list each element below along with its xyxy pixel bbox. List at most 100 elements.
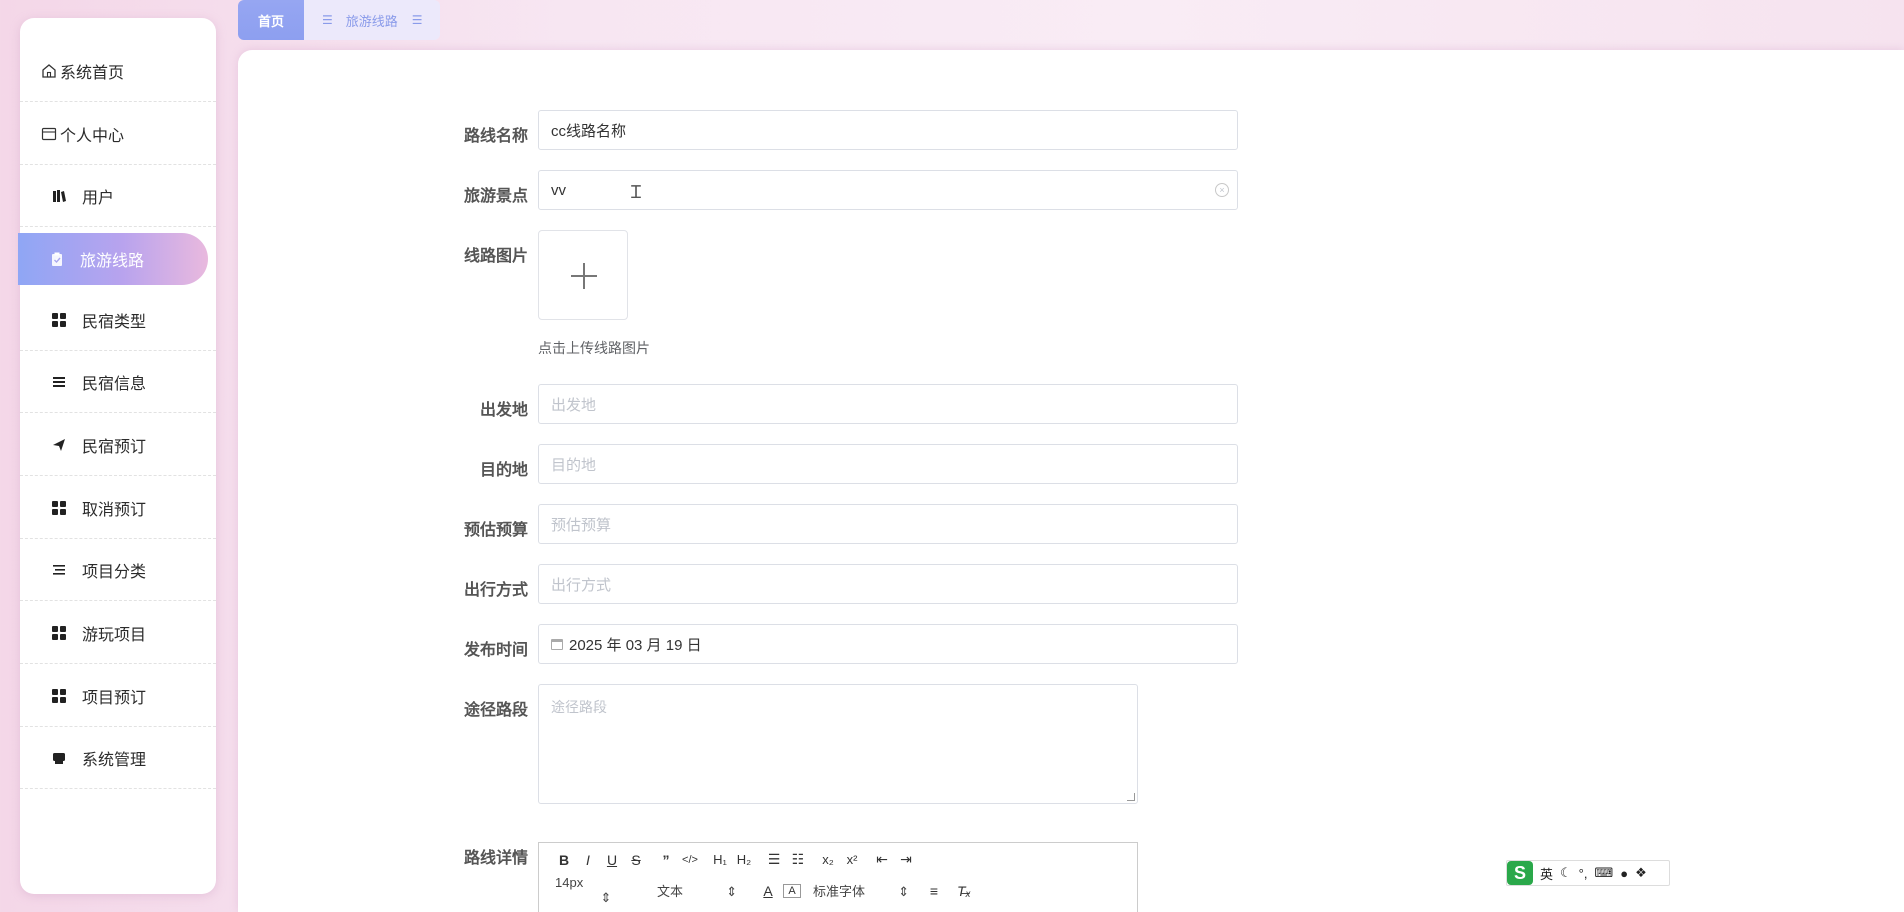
ime-language-toggle[interactable]: 英 <box>1540 864 1553 883</box>
ime-toolbar: S 英 ☾ °, ⌨ ● ❖ <box>1506 860 1670 886</box>
upload-tip: 点击上传线路图片 <box>538 340 650 356</box>
sidebar: 系统首页 个人中心 用户 旅游线路 民宿类型 民宿信息 民宿预订 取消预订 项目… <box>18 18 216 894</box>
sidebar-item-label: 民宿信息 <box>82 375 147 393</box>
budget-label: 预估预算 <box>463 522 528 539</box>
sidebar-item-homestay-booking[interactable]: 民宿预订 <box>20 414 216 476</box>
block-type-select[interactable]: 文本 ⇕ <box>657 881 747 900</box>
clear-icon[interactable]: × <box>1215 183 1229 197</box>
underline-icon[interactable]: U <box>603 852 621 868</box>
grid-icon <box>48 685 70 707</box>
sidebar-item-tour-routes[interactable]: 旅游线路 <box>18 233 208 285</box>
grid-icon <box>48 497 70 519</box>
calendar-icon <box>551 638 563 650</box>
departure-input[interactable]: 出发地 <box>538 384 1238 424</box>
destination-input[interactable]: 目的地 <box>538 444 1238 484</box>
sidebar-item-profile[interactable]: 个人中心 <box>20 103 216 165</box>
tab-label: 旅游线路 <box>345 13 398 29</box>
blockquote-icon[interactable]: ” <box>657 852 675 868</box>
align-icon[interactable]: ≡ <box>925 883 943 899</box>
via-section-textarea[interactable]: 途径路段 <box>538 684 1138 804</box>
travel-mode-input[interactable]: 出行方式 <box>538 564 1238 604</box>
font-family-select[interactable]: 标准字体 ⇕ <box>813 881 913 900</box>
moon-icon[interactable]: ☾ <box>1560 865 1572 881</box>
via-section-placeholder: 途径路段 <box>551 699 607 715</box>
sidebar-item-project-categories[interactable]: 项目分类 <box>20 539 216 601</box>
font-color-icon[interactable]: A <box>759 883 777 899</box>
background-color-icon[interactable]: A <box>783 883 801 898</box>
sidebar-item-label: 项目分类 <box>82 563 147 581</box>
route-name-label: 路线名称 <box>463 128 528 145</box>
punctuation-icon[interactable]: °, <box>1579 866 1588 881</box>
heading-2-icon[interactable]: H₂ <box>735 852 753 867</box>
sidebar-item-project-booking[interactable]: 项目预订 <box>20 665 216 727</box>
grid-icon <box>48 309 70 331</box>
destination-label: 目的地 <box>479 462 528 479</box>
image-upload-button[interactable] <box>538 230 628 320</box>
menu-lines-icon: ☰ <box>411 13 423 27</box>
id-card-icon <box>40 123 58 145</box>
departure-label: 出发地 <box>479 402 528 419</box>
publish-time-value: 2025 年 03 月 19 日 <box>569 636 702 654</box>
tab-tour-routes[interactable]: ☰ 旅游线路 ☰ <box>304 0 440 40</box>
scenic-spot-input[interactable]: vv Ɪ × <box>538 170 1238 210</box>
strikethrough-icon[interactable]: S <box>627 852 645 868</box>
user-icon[interactable]: ● <box>1620 866 1628 881</box>
superscript-icon[interactable]: x² <box>843 852 861 867</box>
publish-time-input[interactable]: 2025 年 03 月 19 日 <box>538 624 1238 664</box>
text-cursor-icon: Ɪ <box>631 182 642 202</box>
home-icon <box>40 60 58 82</box>
route-image-label: 线路图片 <box>463 248 528 265</box>
scenic-spot-value: vv <box>551 181 566 199</box>
clear-format-icon[interactable]: T̶ₓ <box>955 883 973 899</box>
editor-toolbar-row-2: 14px ⇕ 文本 ⇕ A A 标准字体 ⇕ ≡ T̶ₓ <box>555 875 973 906</box>
outdent-icon[interactable]: ⇤ <box>873 851 891 868</box>
list-icon <box>48 371 70 393</box>
sidebar-item-label: 旅游线路 <box>80 253 145 270</box>
route-detail-label: 路线详情 <box>463 850 528 867</box>
menu-lines-icon: ☰ <box>322 13 333 27</box>
printer-icon <box>48 747 70 769</box>
budget-input[interactable]: 预估预算 <box>538 504 1238 544</box>
italic-icon[interactable]: I <box>579 852 597 868</box>
route-name-input[interactable]: cc线路名称 <box>538 110 1238 150</box>
apps-icon[interactable]: ❖ <box>1635 865 1647 881</box>
books-icon <box>48 185 70 207</box>
tab-bar: 首页 ☰ 旅游线路 ☰ <box>238 0 440 40</box>
publish-time-label: 发布时间 <box>463 642 528 659</box>
sidebar-item-home[interactable]: 系统首页 <box>20 40 216 102</box>
resize-handle[interactable] <box>1127 793 1135 801</box>
sidebar-item-users[interactable]: 用户 <box>20 165 216 227</box>
tab-label: 首页 <box>258 13 285 29</box>
via-section-label: 途径路段 <box>463 702 528 719</box>
heading-1-icon[interactable]: H₁ <box>711 852 729 867</box>
grid-icon <box>48 622 70 644</box>
send-icon <box>48 434 70 456</box>
sidebar-item-homestay-types[interactable]: 民宿类型 <box>20 289 216 351</box>
sidebar-item-cancel-booking[interactable]: 取消预订 <box>20 477 216 539</box>
sogou-logo-icon[interactable]: S <box>1507 861 1533 885</box>
unordered-list-icon[interactable]: ☷ <box>789 851 807 868</box>
travel-mode-label: 出行方式 <box>463 582 528 599</box>
editor-toolbar-row-1: B I U S ” </> H₁ H₂ ☰ ☷ x₂ x² ⇤ ⇥ <box>555 851 915 868</box>
indent-icon[interactable]: ⇥ <box>897 851 915 868</box>
sidebar-item-label: 系统管理 <box>82 751 147 769</box>
code-icon[interactable]: </> <box>681 854 699 866</box>
sidebar-item-label: 用户 <box>82 189 115 207</box>
sidebar-item-label: 民宿预订 <box>82 438 147 456</box>
ordered-list-icon[interactable]: ☰ <box>765 851 783 868</box>
sidebar-item-label: 游玩项目 <box>82 626 147 644</box>
font-size-select[interactable]: 14px ⇕ <box>555 875 645 906</box>
rich-text-editor[interactable]: B I U S ” </> H₁ H₂ ☰ ☷ x₂ x² ⇤ ⇥ 14px ⇕… <box>538 842 1138 912</box>
tab-home[interactable]: 首页 <box>238 0 305 40</box>
sidebar-item-label: 项目预订 <box>82 689 147 707</box>
sidebar-item-homestay-info[interactable]: 民宿信息 <box>20 351 216 413</box>
sidebar-item-label: 系统首页 <box>60 64 125 82</box>
sidebar-item-label: 民宿类型 <box>82 313 147 331</box>
keyboard-icon[interactable]: ⌨ <box>1594 865 1613 881</box>
sidebar-item-play-projects[interactable]: 游玩项目 <box>20 602 216 664</box>
bold-icon[interactable]: B <box>555 852 573 868</box>
sidebar-item-system-management[interactable]: 系统管理 <box>20 727 216 789</box>
sidebar-item-label: 取消预订 <box>82 501 147 519</box>
subscript-icon[interactable]: x₂ <box>819 852 837 867</box>
main-panel: 路线名称 cc线路名称 旅游景点 vv Ɪ × 线路图片 点击上传线路图片 出发… <box>238 50 1904 912</box>
